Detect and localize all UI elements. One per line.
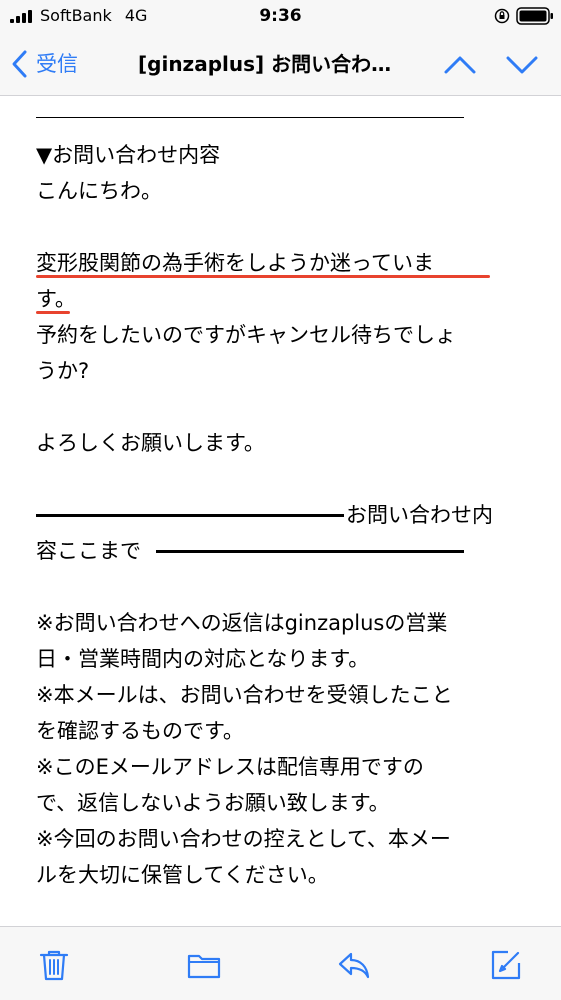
network-type: 4G bbox=[124, 6, 148, 25]
notice-line: 日・営業時間内の対応となります。 bbox=[36, 647, 370, 671]
notice-line: ※このEメールアドレスは配信専用ですの bbox=[36, 755, 424, 779]
signal-strength-icon bbox=[10, 10, 34, 23]
carrier-info: SoftBank 4G bbox=[40, 6, 147, 26]
reply-icon[interactable] bbox=[336, 947, 372, 983]
notice-line: ※お問い合わせへの返信はginzaplusの営業 bbox=[36, 611, 448, 635]
orientation-lock-icon bbox=[494, 8, 510, 24]
status-bar: SoftBank 4G 9:36 bbox=[0, 0, 561, 32]
nav-bar: 受信 [ginzaplus] お問い合わ… bbox=[0, 32, 561, 96]
back-label: 受信 bbox=[36, 52, 78, 76]
separator-line bbox=[36, 514, 344, 517]
separator-line bbox=[156, 550, 464, 553]
message-body: ▼お問い合わせ内容 こんにちわ。 変形股関節の為手術をしようか迷っていま す。 … bbox=[36, 97, 526, 925]
highlight-underline bbox=[36, 311, 70, 314]
end-marker-text: 容ここまで bbox=[36, 539, 141, 563]
divider-line bbox=[36, 117, 464, 118]
message-title: [ginzaplus] お問い合わ… bbox=[138, 52, 392, 76]
compose-icon[interactable] bbox=[488, 947, 524, 983]
end-marker-text: お問い合わせ内 bbox=[346, 503, 493, 527]
closing-text: よろしくお願いします。 bbox=[36, 431, 265, 455]
notice-line: で、返信しないようお願い致します。 bbox=[36, 791, 390, 815]
trash-icon[interactable] bbox=[36, 947, 72, 983]
back-button[interactable]: 受信 bbox=[10, 45, 78, 83]
folder-icon[interactable] bbox=[186, 947, 222, 983]
notice-line: ※今回のお問い合わせの控えとして、本メー bbox=[36, 827, 451, 851]
chevron-left-icon bbox=[12, 50, 27, 78]
previous-message-button[interactable] bbox=[440, 48, 480, 80]
section-heading: ▼お問い合わせ内容 bbox=[36, 143, 221, 167]
notice-line: ルを大切に保管してください。 bbox=[36, 863, 329, 887]
highlight-underline bbox=[36, 275, 490, 278]
carrier-name: SoftBank bbox=[40, 6, 112, 25]
greeting-text: こんにちわ。 bbox=[36, 179, 162, 203]
next-message-button[interactable] bbox=[502, 48, 542, 80]
body-line: 予約をしたいのですがキャンセル待ちでしょ bbox=[36, 323, 456, 347]
body-line: うか? bbox=[36, 359, 90, 383]
bottom-toolbar bbox=[0, 926, 561, 1000]
notice-line: を確認するものです。 bbox=[36, 719, 244, 743]
notice-line: ※本メールは、お問い合わせを受領したこと bbox=[36, 683, 453, 707]
battery-icon bbox=[516, 7, 553, 25]
